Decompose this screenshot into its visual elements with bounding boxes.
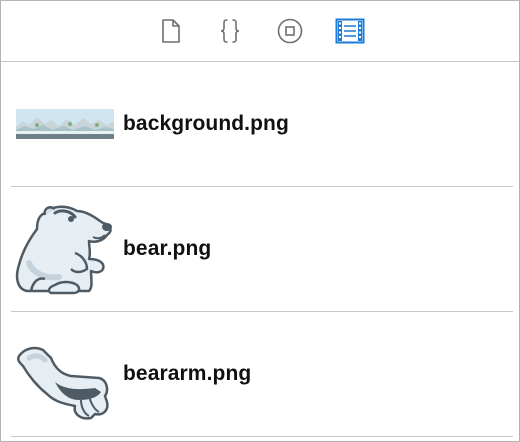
quick-help-button[interactable]	[214, 15, 246, 47]
file-inspector-button[interactable]	[155, 15, 187, 47]
file-name: bear.png	[123, 237, 212, 260]
media-library-panel: background.png bear.png beararm.png	[0, 0, 520, 442]
media-list: background.png bear.png beararm.png	[1, 62, 519, 437]
file-icon	[162, 19, 180, 43]
inspector-toolbar	[1, 1, 519, 62]
film-strip-icon	[335, 18, 365, 44]
media-library-button[interactable]	[334, 15, 366, 47]
file-name: background.png	[123, 112, 289, 135]
list-item[interactable]: background.png	[1, 62, 519, 187]
list-item[interactable]: beararm.png	[1, 312, 519, 437]
circle-square-icon	[277, 18, 303, 44]
row-divider	[11, 436, 513, 437]
object-library-button[interactable]	[274, 15, 306, 47]
bear-arm-thumbnail	[16, 346, 109, 420]
list-item[interactable]: bear.png	[1, 187, 519, 312]
file-name: beararm.png	[123, 362, 252, 385]
landscape-thumbnail	[16, 109, 114, 139]
curly-braces-icon	[220, 19, 240, 43]
bear-thumbnail	[15, 205, 112, 295]
